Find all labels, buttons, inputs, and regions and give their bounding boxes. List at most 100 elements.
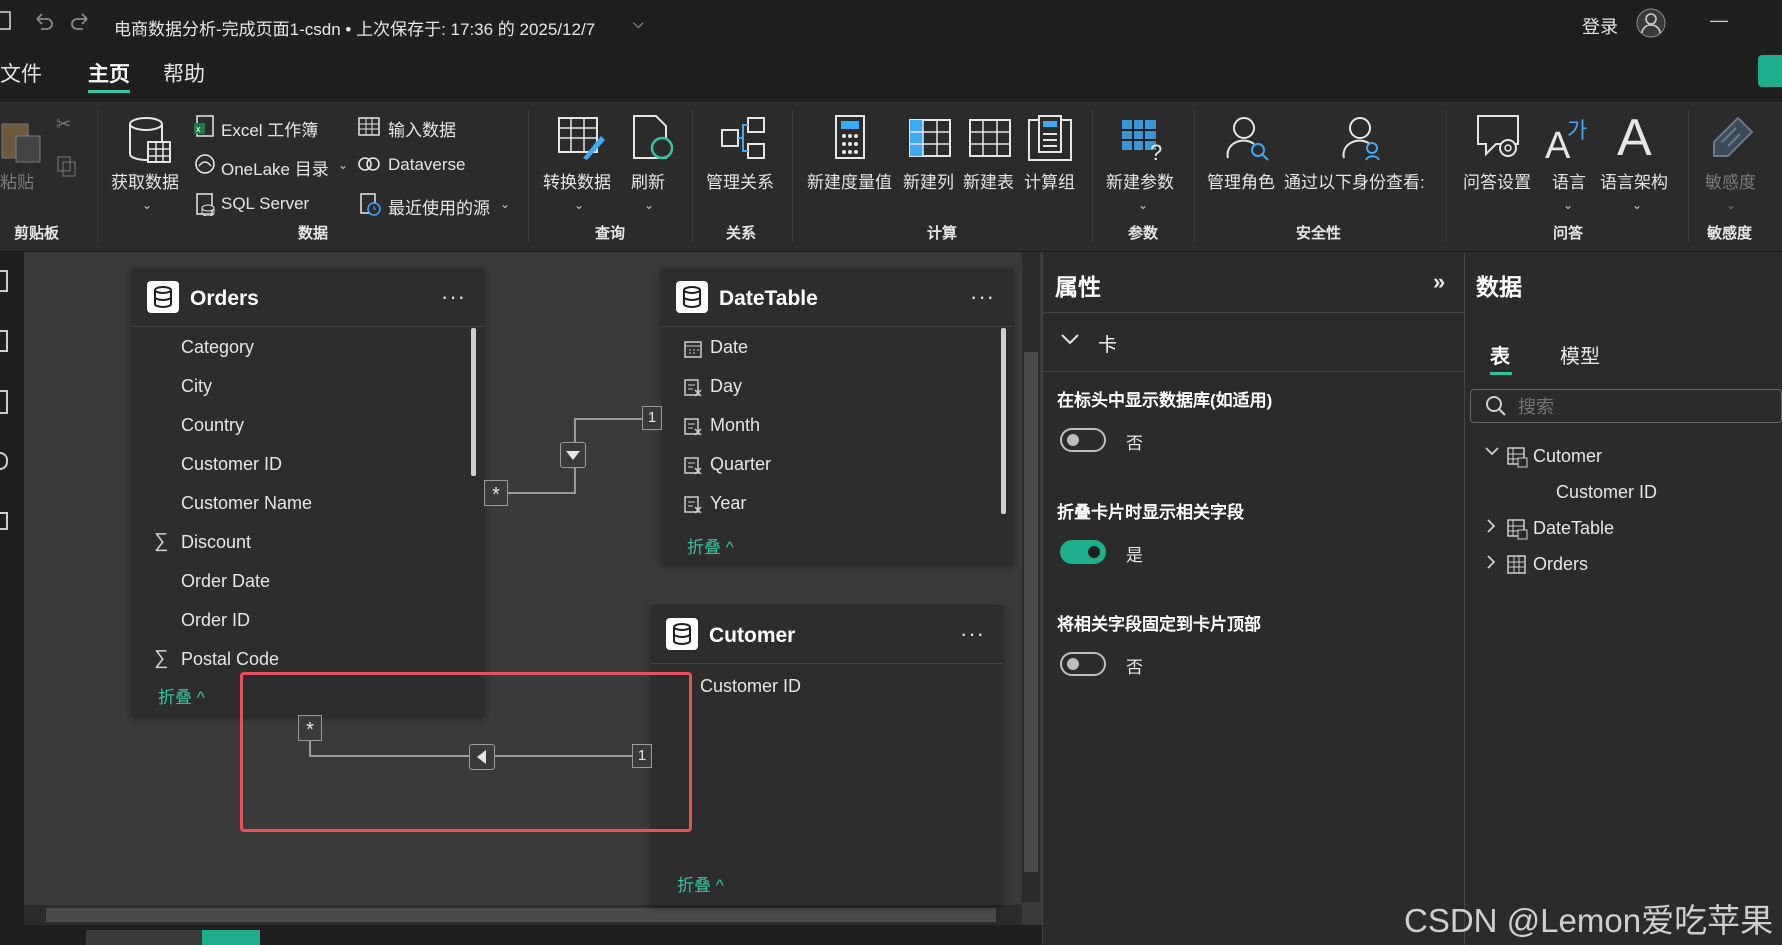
datetable-field[interactable]: Day: [710, 376, 742, 397]
new-column-icon[interactable]: [908, 118, 952, 163]
more-options-icon[interactable]: ···: [970, 284, 995, 310]
orders-field[interactable]: Country: [181, 415, 244, 436]
add-page-tab[interactable]: [202, 930, 260, 945]
chart-icon[interactable]: [1758, 55, 1782, 87]
field-customer-id[interactable]: Customer ID: [700, 676, 801, 697]
tree-table-cutomer[interactable]: Cutomer: [1533, 446, 1602, 467]
tmdl-view-icon[interactable]: [0, 512, 8, 530]
card-scrollbar[interactable]: [471, 328, 476, 476]
page-tab[interactable]: [86, 930, 202, 945]
tab-tables[interactable]: 表: [1490, 340, 1510, 369]
manage-relationships-icon[interactable]: [720, 116, 766, 167]
report-view-icon[interactable]: [0, 270, 8, 292]
view-as-icon[interactable]: [1338, 114, 1384, 167]
tree-table-orders[interactable]: Orders: [1533, 554, 1588, 575]
chevron-down-icon[interactable]: ⌄: [574, 198, 584, 212]
sensitivity-icon[interactable]: [1710, 114, 1756, 167]
tree-field-customer-id[interactable]: Customer ID: [1556, 482, 1657, 503]
new-parameter-button[interactable]: 新建参数: [1106, 168, 1174, 193]
manage-roles-button[interactable]: 管理角色: [1207, 168, 1275, 193]
title-dropdown-chevron-icon[interactable]: ⌵: [633, 15, 644, 32]
calculation-group-icon[interactable]: [1027, 114, 1073, 167]
orders-field[interactable]: Order ID: [181, 610, 250, 631]
tab-model[interactable]: 模型: [1560, 340, 1600, 369]
relationship-line[interactable]: [574, 418, 646, 420]
chevron-down-icon[interactable]: ⌄: [1632, 198, 1642, 212]
pin-related-fields-toggle[interactable]: [1060, 652, 1106, 676]
tree-table-datetable[interactable]: DateTable: [1533, 518, 1614, 539]
relationship-line[interactable]: [508, 492, 574, 494]
cut-icon[interactable]: ✂: [56, 114, 71, 135]
transform-data-button[interactable]: 转换数据: [543, 168, 611, 193]
database-icon[interactable]: [126, 116, 174, 171]
new-table-button[interactable]: 新建表: [963, 168, 1014, 193]
qa-settings-icon[interactable]: [1476, 114, 1522, 167]
more-options-icon[interactable]: ···: [441, 284, 466, 310]
refresh-icon[interactable]: [630, 114, 676, 167]
search-input[interactable]: [1516, 392, 1760, 422]
recent-sources-button[interactable]: 最近使用的源: [388, 194, 490, 219]
new-measure-icon[interactable]: [834, 114, 868, 167]
language-icon[interactable]: A가: [1545, 112, 1593, 167]
get-data-button[interactable]: 获取数据: [111, 168, 179, 193]
language-button[interactable]: 语言: [1552, 168, 1586, 193]
chevron-down-icon[interactable]: ⌄: [142, 198, 152, 212]
menu-file[interactable]: 文件: [0, 58, 42, 88]
transform-data-icon[interactable]: [557, 114, 605, 167]
qa-settings-button[interactable]: 问答设置: [1463, 168, 1531, 193]
login-link[interactable]: 登录: [1582, 13, 1618, 39]
card-scrollbar[interactable]: [1001, 328, 1006, 514]
orders-field[interactable]: Category: [181, 337, 254, 358]
copy-icon[interactable]: [55, 154, 79, 183]
chevron-down-icon[interactable]: ⌄: [644, 198, 654, 212]
orders-field[interactable]: City: [181, 376, 212, 397]
view-as-button[interactable]: 通过以下身份查看:: [1284, 168, 1425, 193]
menu-help[interactable]: 帮助: [163, 58, 205, 88]
excel-workbook-button[interactable]: Excel 工作簿: [221, 116, 318, 141]
horizontal-scrollbar[interactable]: [24, 905, 1022, 925]
chevron-down-icon[interactable]: ⌄: [1138, 198, 1148, 212]
chevron-down-icon[interactable]: [1060, 332, 1080, 351]
chevron-right-icon[interactable]: [1484, 554, 1498, 575]
sql-server-button[interactable]: SQL Server: [221, 194, 309, 214]
orders-field[interactable]: Postal Code: [181, 649, 279, 670]
menu-home[interactable]: 主页: [88, 58, 130, 88]
more-options-icon[interactable]: ···: [960, 621, 985, 647]
redo-icon[interactable]: [68, 10, 92, 38]
chevron-down-icon[interactable]: [1484, 444, 1500, 463]
datetable-field[interactable]: Month: [710, 415, 760, 436]
show-related-fields-toggle[interactable]: [1060, 540, 1106, 564]
relationship-line[interactable]: [309, 740, 311, 756]
datetable-collapse-button[interactable]: 折叠 ^: [687, 533, 734, 558]
new-table-icon[interactable]: [968, 118, 1012, 163]
linguistic-schema-icon[interactable]: A: [1617, 108, 1652, 168]
onelake-catalog-button[interactable]: OneLake 目录: [221, 155, 329, 180]
chevron-down-icon[interactable]: ⌄: [1563, 198, 1573, 212]
table-view-icon[interactable]: [0, 330, 8, 352]
datetable-field[interactable]: Year: [710, 493, 746, 514]
chevron-down-icon[interactable]: ⌄: [500, 197, 510, 211]
orders-field[interactable]: Order Date: [181, 571, 270, 592]
model-view-icon[interactable]: [0, 390, 8, 414]
chevron-right-icon[interactable]: [1484, 518, 1498, 539]
orders-collapse-button[interactable]: 折叠 ^: [158, 683, 205, 708]
orders-field[interactable]: Customer ID: [181, 454, 282, 475]
vertical-scrollbar[interactable]: [1022, 252, 1040, 902]
orders-field[interactable]: Customer Name: [181, 493, 312, 514]
show-database-toggle[interactable]: [1060, 428, 1106, 452]
linguistic-schema-button[interactable]: 语言架构: [1600, 168, 1668, 193]
collapse-pane-icon[interactable]: »: [1433, 269, 1445, 295]
orders-field[interactable]: Discount: [181, 532, 251, 553]
cutomer-collapse-button[interactable]: 折叠 ^: [677, 871, 724, 896]
dataverse-button[interactable]: Dataverse: [388, 155, 465, 175]
filter-direction-left-icon[interactable]: [469, 744, 495, 770]
undo-icon[interactable]: [32, 10, 56, 38]
minimize-button[interactable]: —: [1710, 10, 1728, 31]
manage-roles-icon[interactable]: [1224, 114, 1270, 167]
new-parameter-icon[interactable]: ?: [1120, 116, 1168, 167]
new-measure-button[interactable]: 新建度量值: [807, 168, 892, 193]
filter-direction-down-icon[interactable]: [560, 442, 586, 468]
calculation-group-button[interactable]: 计算组: [1024, 168, 1075, 193]
new-column-button[interactable]: 新建列: [903, 168, 954, 193]
enter-data-button[interactable]: 输入数据: [388, 116, 456, 141]
